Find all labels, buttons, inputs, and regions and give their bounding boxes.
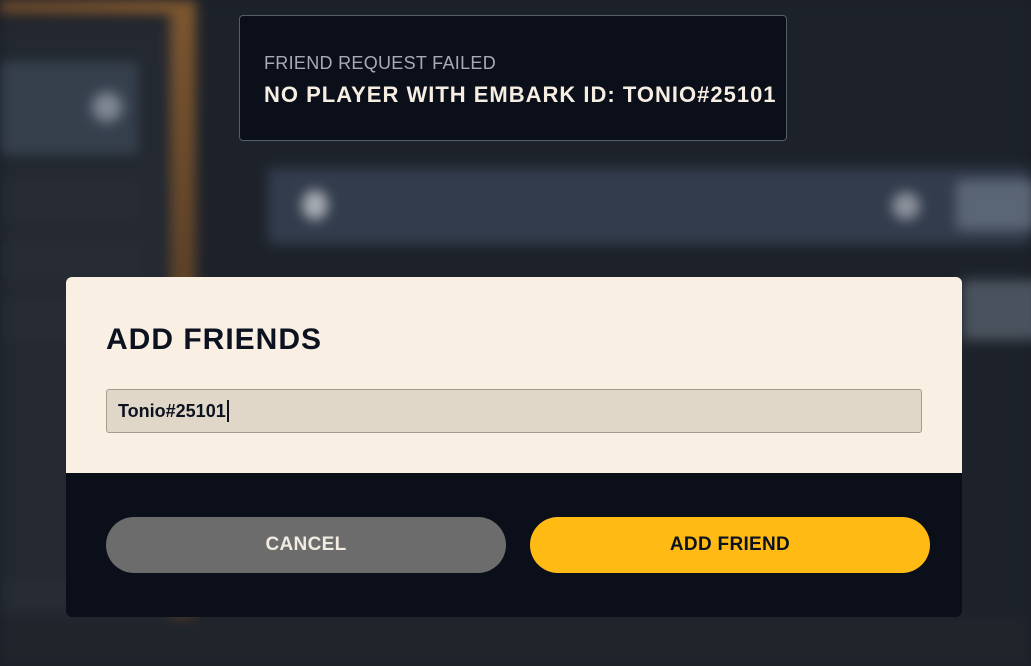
notification-message: NO PLAYER WITH EMBARK ID: TONIO#25101: [264, 82, 777, 107]
dialog-title: ADD FRIENDS: [106, 323, 323, 356]
background-pin-icon: [302, 190, 328, 220]
background-clear-icon: [892, 192, 920, 220]
error-notification: FRIEND REQUEST FAILED NO PLAYER WITH EMB…: [239, 15, 787, 141]
notification-title: FRIEND REQUEST FAILED: [264, 53, 497, 73]
background-bottom-strip: [0, 617, 1031, 666]
input-text: Tonio#25101: [118, 401, 226, 421]
screen: FRIEND REQUEST FAILED NO PLAYER WITH EMB…: [0, 0, 1031, 666]
text-caret: [226, 400, 229, 422]
background-side-button: [962, 280, 1031, 340]
add-friend-button[interactable]: ADD FRIEND: [530, 517, 930, 573]
background-left-row: [0, 180, 140, 220]
background-search-button: [956, 180, 1031, 230]
background-close-icon: [92, 92, 122, 122]
embark-id-input-value: Tonio#25101: [118, 400, 229, 422]
cancel-button[interactable]: CANCEL: [106, 517, 506, 573]
background-left-row: [0, 240, 140, 280]
add-friends-dialog: ADD FRIENDS Tonio#25101 CANCEL ADD FRIEN…: [66, 277, 962, 617]
embark-id-input[interactable]: Tonio#25101: [106, 389, 922, 433]
dialog-body: [66, 277, 962, 473]
